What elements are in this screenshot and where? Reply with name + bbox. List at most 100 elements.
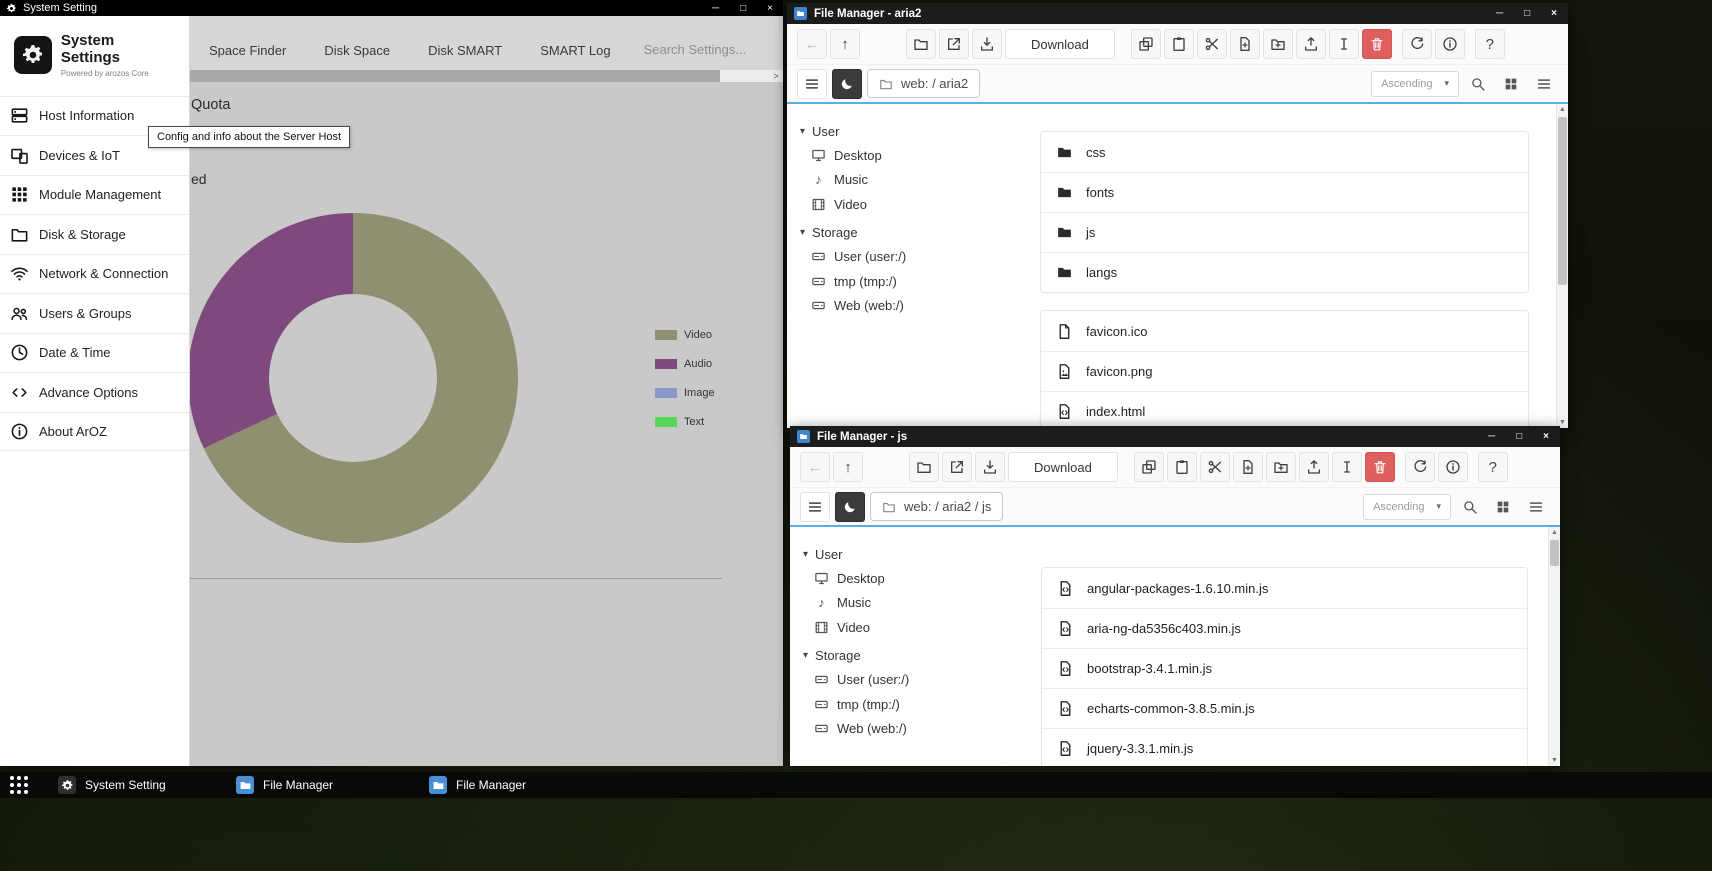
new-folder-button[interactable] — [1266, 452, 1296, 482]
minimize-button[interactable]: ─ — [1496, 8, 1503, 19]
paste-button[interactable] — [1167, 452, 1197, 482]
properties-button[interactable] — [1435, 29, 1465, 59]
new-folder-button[interactable] — [1263, 29, 1293, 59]
scroll-down-arrow[interactable]: ▼ — [1549, 755, 1560, 766]
tree-item-tmp-drive[interactable]: tmp (tmp:/) — [787, 269, 1030, 294]
refresh-button[interactable] — [1405, 452, 1435, 482]
file-row-favicon-ico[interactable]: favicon.ico — [1041, 311, 1528, 351]
sidebar-item-advance-options[interactable]: Advance Options — [0, 372, 189, 412]
tab-space-finder[interactable]: Space Finder — [190, 43, 305, 58]
tree-item-video[interactable]: Video — [787, 192, 1030, 217]
up-button[interactable]: ↑ — [833, 452, 863, 482]
new-file-button[interactable] — [1233, 452, 1263, 482]
tree-item-user-drive[interactable]: User (user:/) — [790, 668, 1033, 693]
back-button[interactable]: ← — [797, 29, 827, 59]
scrollbar[interactable]: ▲ ▼ — [1548, 527, 1560, 766]
paste-button[interactable] — [1164, 29, 1194, 59]
up-button[interactable]: ↑ — [830, 29, 860, 59]
dark-mode-button[interactable] — [832, 69, 862, 99]
help-button[interactable]: ? — [1478, 452, 1508, 482]
file-row-aria-ng[interactable]: aria-ng-da5356c403.min.js — [1042, 608, 1527, 648]
file-row-favicon-png[interactable]: favicon.png — [1041, 351, 1528, 391]
minimize-button[interactable]: ─ — [1488, 431, 1495, 442]
maximize-button[interactable]: □ — [1516, 431, 1522, 442]
properties-button[interactable] — [1438, 452, 1468, 482]
taskbar-item-file-manager-1[interactable]: File Manager — [236, 772, 333, 798]
taskbar-item-system-setting[interactable]: System Setting — [58, 772, 166, 798]
tree-item-desktop[interactable]: Desktop — [787, 143, 1030, 168]
rename-button[interactable] — [1329, 29, 1359, 59]
cut-button[interactable] — [1200, 452, 1230, 482]
dark-mode-button[interactable] — [835, 492, 865, 522]
grid-view-button[interactable] — [1497, 70, 1525, 98]
scrollbar-thumb[interactable] — [1550, 540, 1559, 566]
tree-item-music[interactable]: ♪Music — [787, 168, 1030, 193]
path-box[interactable]: web: / aria2 — [867, 69, 980, 98]
scrollbar[interactable]: ▲ ▼ — [1556, 104, 1568, 428]
tree-section-storage[interactable]: ▾Storage — [790, 644, 1033, 668]
file-row-index-html[interactable]: index.html — [1041, 391, 1528, 428]
sidebar-item-users-groups[interactable]: Users & Groups — [0, 293, 189, 333]
tree-item-web-drive[interactable]: Web (web:/) — [790, 717, 1033, 742]
sort-order-select[interactable]: Ascending ▾ — [1371, 71, 1459, 97]
sidebar-item-disk-storage[interactable]: Disk & Storage — [0, 214, 189, 254]
search-button[interactable] — [1464, 70, 1492, 98]
tab-disk-smart[interactable]: Disk SMART — [409, 43, 521, 58]
file-row-bootstrap[interactable]: bootstrap-3.4.1.min.js — [1042, 648, 1527, 688]
tree-item-video[interactable]: Video — [790, 615, 1033, 640]
upload-button[interactable] — [1299, 452, 1329, 482]
open-folder-button[interactable] — [909, 452, 939, 482]
maximize-button[interactable]: □ — [1524, 8, 1530, 19]
open-external-button[interactable] — [939, 29, 969, 59]
grid-view-button[interactable] — [1489, 493, 1517, 521]
scroll-right-arrow[interactable]: > — [769, 70, 783, 82]
download-button[interactable]: Download — [1005, 29, 1115, 59]
new-file-button[interactable] — [1230, 29, 1260, 59]
search-button[interactable] — [1456, 493, 1484, 521]
tree-item-tmp-drive[interactable]: tmp (tmp:/) — [790, 692, 1033, 717]
titlebar[interactable]: File Manager - aria2 ─ □ × — [787, 3, 1568, 24]
maximize-button[interactable]: □ — [740, 3, 746, 14]
horizontal-scrollbar[interactable]: > — [190, 70, 783, 82]
sidebar-item-about-aroz[interactable]: About ArOZ — [0, 412, 189, 452]
list-view-button[interactable] — [1530, 70, 1558, 98]
tree-item-music[interactable]: ♪Music — [790, 591, 1033, 616]
rename-button[interactable] — [1332, 452, 1362, 482]
taskbar-item-file-manager-2[interactable]: File Manager — [429, 772, 526, 798]
tree-item-user-drive[interactable]: User (user:/) — [787, 245, 1030, 270]
tree-section-user[interactable]: ▾User — [787, 119, 1030, 143]
close-button[interactable]: × — [1543, 431, 1549, 442]
file-row-css[interactable]: css — [1041, 132, 1528, 172]
tree-section-storage[interactable]: ▾Storage — [787, 221, 1030, 245]
search-settings-input[interactable] — [644, 42, 783, 57]
minimize-button[interactable]: ─ — [712, 3, 719, 14]
copy-button[interactable] — [1131, 29, 1161, 59]
file-row-angular[interactable]: angular-packages-1.6.10.min.js — [1042, 568, 1527, 608]
titlebar[interactable]: File Manager - js ─ □ × — [790, 426, 1560, 447]
titlebar[interactable]: System Setting ─ □ × — [0, 0, 783, 16]
tree-item-web-drive[interactable]: Web (web:/) — [787, 294, 1030, 319]
sidebar-item-date-time[interactable]: Date & Time — [0, 333, 189, 373]
file-row-jquery[interactable]: jquery-3.3.1.min.js — [1042, 728, 1527, 766]
path-box[interactable]: web: / aria2 / js — [870, 492, 1003, 521]
tab-disk-space[interactable]: Disk Space — [305, 43, 409, 58]
file-row-langs[interactable]: langs — [1041, 252, 1528, 292]
file-row-fonts[interactable]: fonts — [1041, 172, 1528, 212]
open-folder-button[interactable] — [906, 29, 936, 59]
download-button[interactable]: Download — [1008, 452, 1118, 482]
upload-button[interactable] — [1296, 29, 1326, 59]
delete-button[interactable] — [1365, 452, 1395, 482]
download-icon-button[interactable] — [975, 452, 1005, 482]
refresh-button[interactable] — [1402, 29, 1432, 59]
sidebar-item-network-connection[interactable]: Network & Connection — [0, 254, 189, 294]
apps-grid-button[interactable] — [10, 776, 30, 794]
tree-item-desktop[interactable]: Desktop — [790, 566, 1033, 591]
sort-order-select[interactable]: Ascending ▾ — [1363, 494, 1451, 520]
back-button[interactable]: ← — [800, 452, 830, 482]
file-row-js[interactable]: js — [1041, 212, 1528, 252]
tree-section-user[interactable]: ▾User — [790, 542, 1033, 566]
tab-smart-log[interactable]: SMART Log — [521, 43, 629, 58]
sidebar-item-module-management[interactable]: Module Management — [0, 175, 189, 215]
close-button[interactable]: × — [1551, 8, 1557, 19]
scrollbar-thumb[interactable] — [1558, 117, 1567, 285]
